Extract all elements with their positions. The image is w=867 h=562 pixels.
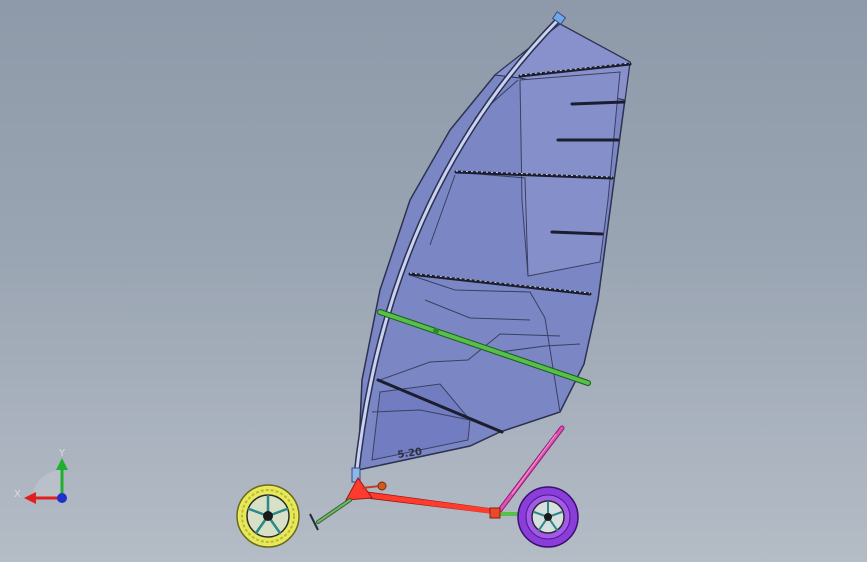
rear-wheel[interactable] <box>517 486 579 548</box>
rear-wheel-hub <box>544 513 552 521</box>
boom-clamp <box>433 328 439 334</box>
landsail-model[interactable]: 5.20 <box>0 0 867 562</box>
sail-marking: 5.20 <box>397 447 423 461</box>
graphics-viewport[interactable]: 5.20 Y X <box>0 0 867 562</box>
mast-step <box>345 477 373 501</box>
front-wheel-hub <box>263 511 273 521</box>
rear-axle-mount <box>489 507 501 519</box>
mast-step-knob <box>377 481 387 491</box>
front-wheel[interactable] <box>236 484 300 548</box>
